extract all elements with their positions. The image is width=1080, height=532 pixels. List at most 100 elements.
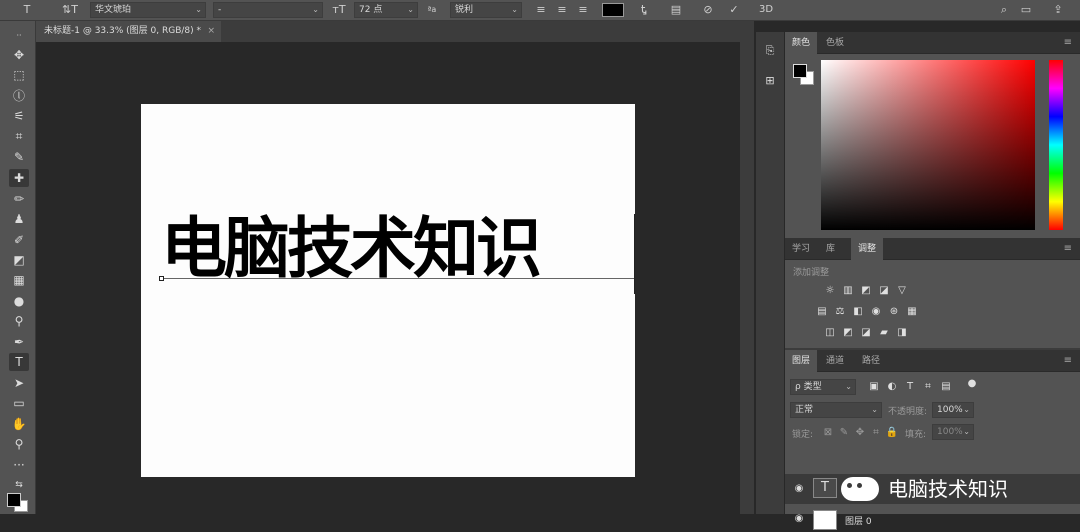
color-balance-icon[interactable]: ⚖ [833,306,847,318]
close-icon[interactable]: × [207,21,215,42]
3d-button[interactable]: 3D [756,0,776,20]
lock-all-icon[interactable]: 🔒 [885,427,899,439]
warp-text-icon[interactable]: Ꮏ [636,0,652,20]
pen-tool-icon[interactable]: ✒ [9,333,29,351]
levels-icon[interactable]: ▥ [841,285,855,297]
align-center-icon[interactable]: ≡ [554,0,570,20]
threshold-icon[interactable]: ◪ [859,327,873,339]
gradient-tool-icon[interactable]: ▦ [9,271,29,289]
posterize-icon[interactable]: ◩ [841,327,855,339]
font-size-select[interactable]: 72 点 ⌄ [354,2,418,18]
lock-transparent-icon[interactable]: ⊠ [821,427,835,439]
share-icon[interactable]: ⇪ [1050,0,1066,20]
antialias-select[interactable]: 锐利 ⌄ [450,2,522,18]
move-tool-icon[interactable]: ✥ [9,46,29,64]
lasso-tool-icon[interactable]: ⓛ [9,87,29,105]
tab-color[interactable]: 颜色 [785,32,818,54]
hue-saturation-icon[interactable]: ▤ [815,306,829,318]
dodge-tool-icon[interactable]: ⚲ [9,312,29,330]
font-family-select[interactable]: 华文琥珀 ⌄ [90,2,206,18]
text-color-swatch[interactable] [602,3,624,17]
layer-row-pixel[interactable]: ◉ 图层 0 [785,506,1080,532]
text-anchor-handle[interactable] [159,276,164,281]
brush-tool-icon[interactable]: ✏ [9,190,29,208]
invert-icon[interactable]: ◫ [823,327,837,339]
fill-field[interactable]: 100% ⌄ [932,424,974,440]
filter-smart-icon[interactable]: ▤ [939,381,953,393]
hue-slider[interactable] [1049,60,1063,230]
align-left-icon[interactable]: ≡ [533,0,549,20]
tab-channels[interactable]: 通道 [819,350,851,372]
brightness-icon[interactable]: ☼ [823,285,837,297]
filter-toggle-icon[interactable]: ● [965,378,979,390]
eyedropper-tool-icon[interactable]: ✎ [9,148,29,166]
color-picker-field[interactable] [821,60,1035,230]
opacity-field[interactable]: 100% ⌄ [932,402,974,418]
cancel-icon[interactable]: ⊘ [700,0,716,20]
visibility-eye-icon[interactable]: ◉ [792,512,806,526]
black-white-icon[interactable]: ◧ [851,306,865,318]
foreground-color-swatch[interactable] [7,493,21,507]
channel-mixer-icon[interactable]: ⊛ [887,306,901,318]
text-tool-icon[interactable]: T [18,0,36,20]
lock-pixels-icon[interactable]: ✎ [837,427,851,439]
filter-adjustment-icon[interactable]: ◐ [885,381,899,393]
exposure-icon[interactable]: ◪ [877,285,891,297]
canvas-text-layer[interactable]: 电脑技术知识 [161,209,542,289]
properties-panel-icon[interactable]: ⊞ [762,74,778,90]
tab-swatches[interactable]: 色板 [819,32,851,54]
panel-menu-icon[interactable]: ≡ [1064,32,1072,54]
commit-check-icon[interactable]: ✓ [726,0,742,20]
marquee-tool-icon[interactable]: ⬚ [9,66,29,84]
font-style-select[interactable]: - ⌄ [213,2,323,18]
swap-colors-icon[interactable]: ⇆ [9,476,29,494]
layer-kind-filter[interactable]: ρ 类型 ⌄ [790,379,856,395]
lock-position-icon[interactable]: ✥ [853,427,867,439]
text-orientation-icon[interactable]: ⇅T [60,0,80,20]
clone-stamp-tool-icon[interactable]: ♟ [9,210,29,228]
character-panel-icon[interactable]: ▤ [668,0,684,20]
color-lookup-icon[interactable]: ▦ [905,306,919,318]
document-tab-strip: 未标题-1 @ 33.3% (图层 0, RGB/8) * × [36,21,754,42]
history-panel-icon[interactable]: ⎘ [762,44,778,60]
color-panel-foreground-swatch[interactable] [793,64,807,78]
healing-brush-tool-icon[interactable]: ✚ [9,169,29,187]
curves-icon[interactable]: ◩ [859,285,873,297]
panel-menu-icon[interactable]: ≡ [1064,238,1072,260]
panel-menu-icon[interactable]: ≡ [1064,350,1072,372]
search-icon[interactable]: ⌕ [996,0,1012,20]
workspace-icon[interactable]: ▭ [1018,0,1034,20]
rectangle-tool-icon[interactable]: ▭ [9,394,29,412]
gradient-map-icon[interactable]: ▰ [877,327,891,339]
canvas-area[interactable]: 电脑技术知识 [36,42,754,514]
document-canvas[interactable]: 电脑技术知识 [141,104,635,477]
align-right-icon[interactable]: ≡ [575,0,591,20]
tab-layers[interactable]: 图层 [785,350,818,372]
document-tab[interactable]: 未标题-1 @ 33.3% (图层 0, RGB/8) * × [36,21,221,42]
type-tool-icon[interactable]: T [9,353,29,371]
tab-adjustments[interactable]: 调整 [851,238,884,260]
path-selection-tool-icon[interactable]: ➤ [9,374,29,392]
zoom-tool-icon[interactable]: ⚲ [9,435,29,453]
filter-type-icon[interactable]: T [903,381,917,393]
tab-learn[interactable]: 学习 [785,238,817,260]
visibility-eye-icon[interactable]: ◉ [792,482,806,496]
vertical-scrollbar[interactable] [740,42,754,514]
hand-tool-icon[interactable]: ✋ [9,415,29,433]
layer-row-text[interactable]: ◉ T 电脑技术知识 [785,474,1080,504]
vibrance-icon[interactable]: ▽ [895,285,909,297]
more-tools-icon[interactable]: ··· [9,456,29,474]
eraser-tool-icon[interactable]: ◩ [9,251,29,269]
crop-tool-icon[interactable]: ⌗ [9,127,29,145]
blend-mode-select[interactable]: 正常 ⌄ [790,402,882,418]
selective-color-icon[interactable]: ◨ [895,327,909,339]
history-brush-tool-icon[interactable]: ✐ [9,231,29,249]
photo-filter-icon[interactable]: ◉ [869,306,883,318]
lock-artboard-icon[interactable]: ⌗ [869,427,883,439]
blur-tool-icon[interactable]: ● [9,292,29,310]
filter-shape-icon[interactable]: ⌗ [921,381,935,393]
magic-wand-tool-icon[interactable]: ⚟ [9,107,29,125]
filter-pixel-icon[interactable]: ▣ [867,381,881,393]
tab-library[interactable]: 库 [819,238,842,260]
tab-paths[interactable]: 路径 [855,350,887,372]
